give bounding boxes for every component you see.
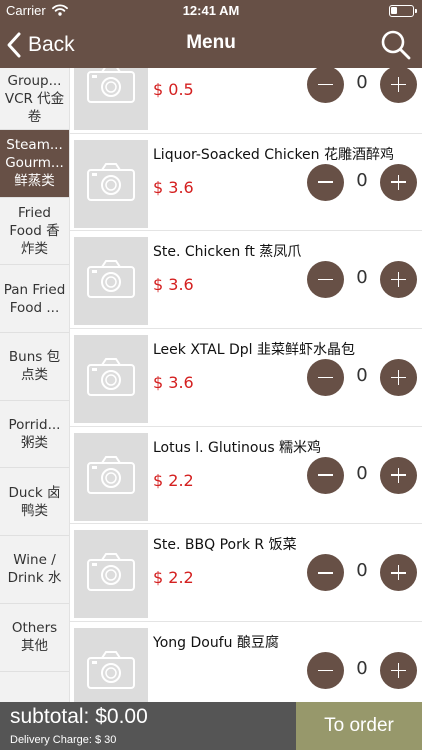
increase-quantity-button[interactable] xyxy=(380,456,417,494)
delivery-charge-label: Delivery Charge: $ 30 xyxy=(10,734,117,746)
category-item[interactable]: Wine / Drink 水 xyxy=(0,536,69,604)
decrease-quantity-button[interactable] xyxy=(307,261,344,299)
item-price: $ 2.2 xyxy=(153,568,194,588)
decrease-quantity-button[interactable] xyxy=(307,554,344,592)
decrease-quantity-button[interactable] xyxy=(307,652,344,690)
decrease-quantity-button[interactable] xyxy=(307,68,344,103)
subtotal-label: subtotal: $0.00 xyxy=(10,705,148,728)
status-bar: Carrier 12:41 AM xyxy=(0,0,422,22)
category-item[interactable]: Buns 包点类 xyxy=(0,333,69,401)
item-name: Ste. BBQ Pork R 饭菜 xyxy=(153,537,297,554)
to-order-button[interactable]: To order xyxy=(296,702,422,750)
category-item[interactable]: Others 其他 xyxy=(0,604,69,672)
camera-placeholder-icon xyxy=(87,260,135,299)
item-quantity: 0 xyxy=(356,72,368,93)
item-price: $ 3.6 xyxy=(153,275,194,295)
item-price: $ 3.6 xyxy=(153,373,194,393)
camera-placeholder-icon xyxy=(87,68,135,103)
category-item[interactable]: Pan Fried Food ... xyxy=(0,265,69,334)
clock: 12:41 AM xyxy=(182,3,240,18)
menu-item[interactable]: Ste. Chicken ft 蒸凤爪 $ 3.6 0 xyxy=(70,231,422,330)
category-item[interactable]: Duck 卤鸭类 xyxy=(0,468,69,537)
item-name: Yong Doufu 酿豆腐 xyxy=(153,635,279,652)
menu-item[interactable]: Yong Doufu 酿豆腐 0 xyxy=(70,622,422,702)
decrease-quantity-button[interactable] xyxy=(307,456,344,494)
item-price: $ 0.5 xyxy=(153,80,194,99)
item-image xyxy=(74,139,148,228)
item-name: Ste. Chicken ft 蒸凤爪 xyxy=(153,244,302,261)
increase-quantity-button[interactable] xyxy=(380,359,417,397)
camera-placeholder-icon xyxy=(87,358,135,397)
camera-placeholder-icon xyxy=(87,162,135,201)
item-quantity: 0 xyxy=(356,365,368,387)
increase-quantity-button[interactable] xyxy=(380,68,417,103)
increase-quantity-button[interactable] xyxy=(380,554,417,592)
menu-item[interactable]: $ 0.5 0 xyxy=(70,68,422,134)
item-name: Liquor-Soacked Chicken 花雕酒醉鸡 xyxy=(153,146,394,163)
item-quantity: 0 xyxy=(356,462,368,484)
item-image xyxy=(74,628,148,702)
camera-placeholder-icon xyxy=(87,553,135,592)
item-price: $ 3.6 xyxy=(153,177,194,197)
item-price: $ 2.2 xyxy=(153,470,194,490)
item-image xyxy=(74,68,148,130)
increase-quantity-button[interactable] xyxy=(380,163,417,201)
increase-quantity-button[interactable] xyxy=(380,652,417,690)
menu-item[interactable]: Liquor-Soacked Chicken 花雕酒醉鸡 $ 3.6 0 xyxy=(70,134,422,232)
decrease-quantity-button[interactable] xyxy=(307,163,344,201)
category-sidebar[interactable]: Group... VCR 代金卷 Steam... Gourm... 鲜蒸类 Fri… xyxy=(0,68,70,702)
item-quantity: 0 xyxy=(356,169,368,191)
item-image xyxy=(74,530,148,619)
search-icon[interactable] xyxy=(380,29,412,61)
battery-level xyxy=(391,7,397,14)
back-button[interactable]: Back xyxy=(6,28,75,62)
menu-item[interactable]: Lotus l. Glutinous 糯米鸡 $ 2.2 0 xyxy=(70,427,422,525)
category-item[interactable]: Porrid... 粥类 xyxy=(0,401,69,469)
nav-bar: Back Menu xyxy=(0,22,422,68)
camera-placeholder-icon xyxy=(87,651,135,690)
camera-placeholder-icon xyxy=(87,455,135,494)
category-item[interactable]: Fried Food 香炸类 xyxy=(0,198,69,266)
item-quantity: 0 xyxy=(356,658,368,680)
item-image xyxy=(74,432,148,521)
battery-icon xyxy=(389,5,417,17)
menu-item-list[interactable]: $ 0.5 0 Liquor-Soacked Chicken 花雕酒醉鸡 $ 3.6 0… xyxy=(70,68,422,702)
menu-item[interactable]: Leek XTAL Dpl 韭菜鲜虾水晶包 $ 3.6 0 xyxy=(70,329,422,427)
category-item[interactable]: Group... VCR 代金卷 xyxy=(0,68,69,130)
item-name: Lotus l. Glutinous 糯米鸡 xyxy=(153,439,322,456)
menu-item[interactable]: Ste. BBQ Pork R 饭菜 $ 2.2 0 xyxy=(70,524,422,623)
item-quantity: 0 xyxy=(356,267,368,289)
chevron-left-icon xyxy=(7,32,21,58)
increase-quantity-button[interactable] xyxy=(380,261,417,299)
item-quantity: 0 xyxy=(356,560,368,582)
item-image xyxy=(74,335,148,424)
item-image xyxy=(74,237,148,326)
item-name: Leek XTAL Dpl 韭菜鲜虾水晶包 xyxy=(153,342,355,359)
category-item[interactable]: Steam... Gourm... 鲜蒸类 xyxy=(0,130,69,198)
back-label: Back xyxy=(28,33,75,56)
cart-footer: subtotal: $0.00 Delivery Charge: $ 30 To… xyxy=(0,702,422,750)
decrease-quantity-button[interactable] xyxy=(307,359,344,397)
